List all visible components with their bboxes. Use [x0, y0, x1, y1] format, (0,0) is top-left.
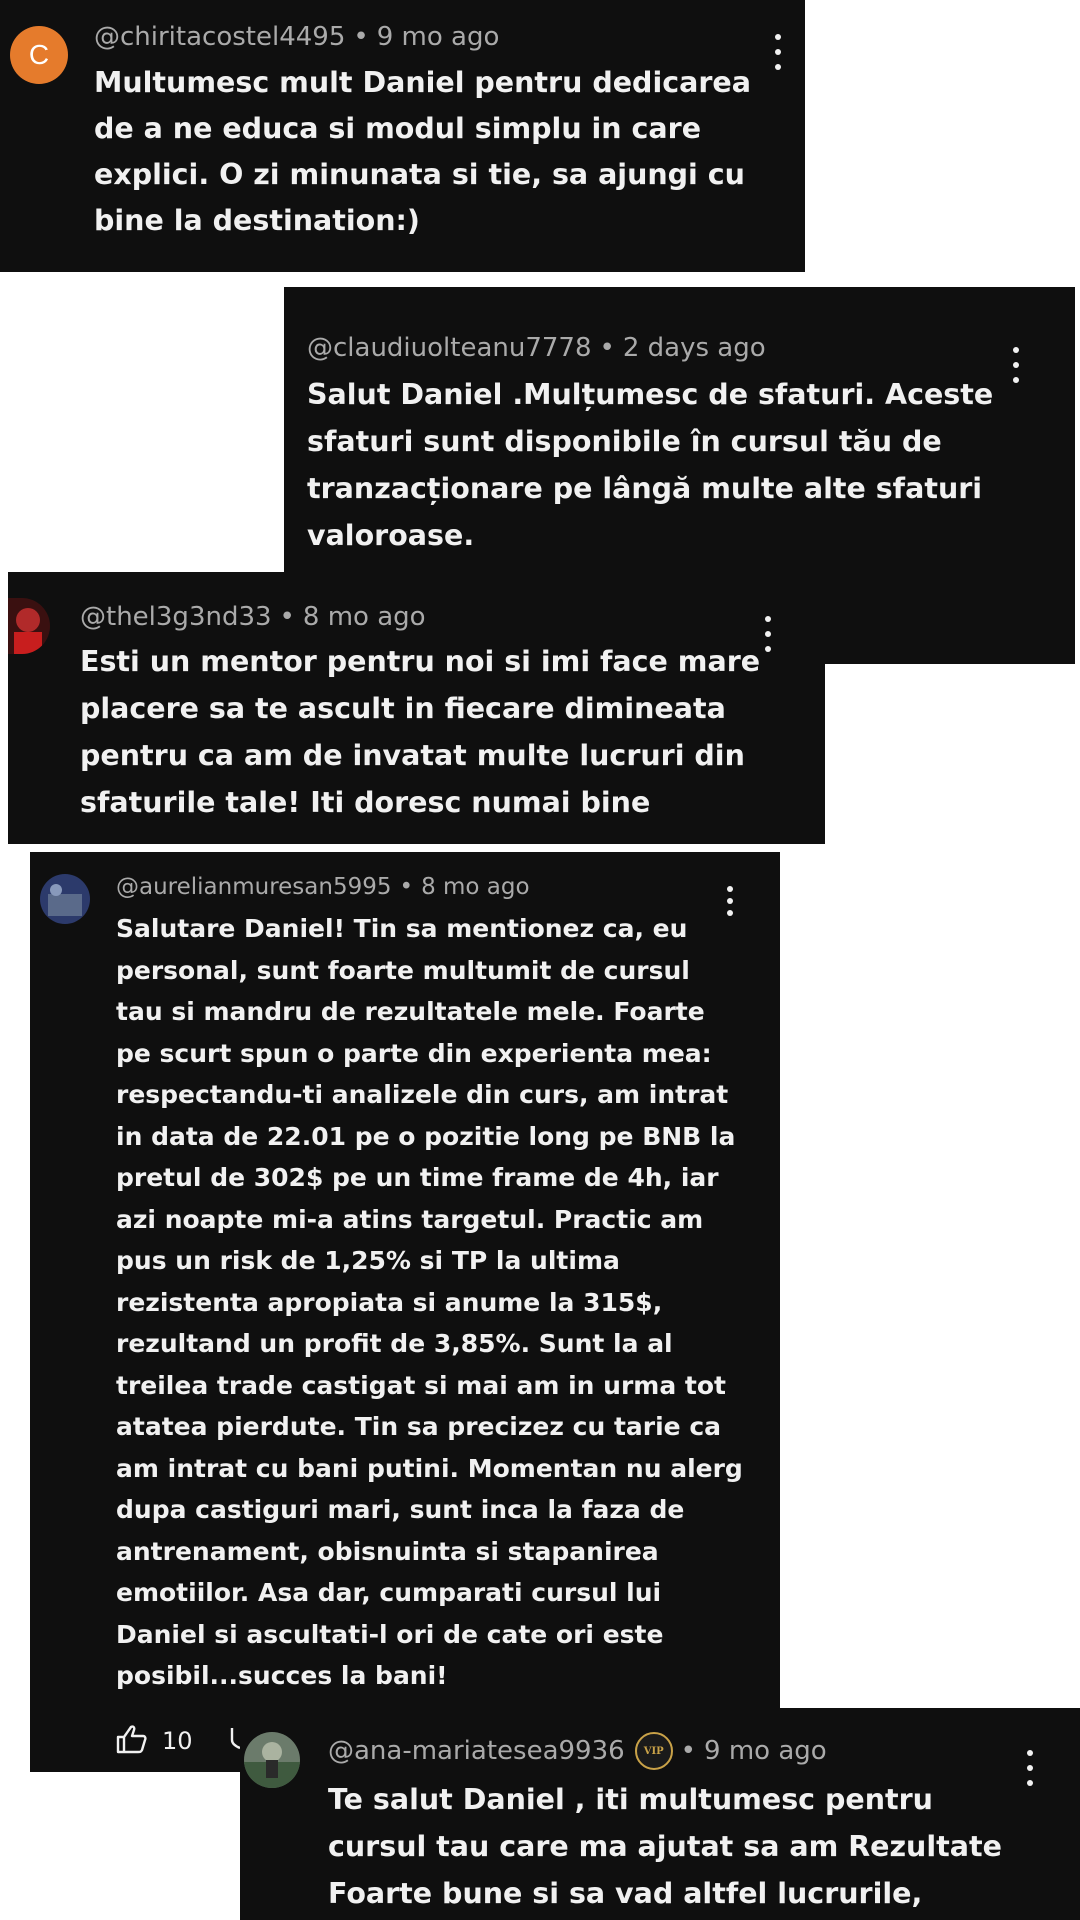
- comment-card-4: @aurelianmuresan5995 • 8 mo ago Salutare D…: [30, 852, 780, 1772]
- comment-meta: @thel3g3nd33 • 8 mo ago: [80, 602, 426, 632]
- more-vert-icon[interactable]: [1006, 347, 1026, 383]
- comment-meta: @claudiuolteanu7778 • 2 days ago: [307, 333, 766, 363]
- comment-meta: @chiritacostel4495 • 9 mo ago: [94, 22, 499, 52]
- avatar[interactable]: C: [10, 26, 68, 84]
- comment-author[interactable]: @aurelianmuresan5995: [116, 874, 392, 900]
- badge-label: VIP: [643, 1745, 664, 1757]
- more-vert-icon[interactable]: [720, 886, 740, 916]
- comment-author[interactable]: @claudiuolteanu7778: [307, 333, 592, 363]
- avatar-letter: C: [28, 39, 50, 70]
- comment-text: Te salut Daniel , iti multumesc pentru c…: [328, 1783, 1002, 1910]
- comment-time[interactable]: 8 mo ago: [421, 874, 530, 900]
- comment-meta: @ana-mariatesea9936 VIP • 9 mo ago: [328, 1732, 827, 1770]
- avatar[interactable]: [244, 1732, 300, 1788]
- comment-text: Salut Daniel .Mulțumesc de sfaturi. Aces…: [307, 378, 994, 552]
- comment-time[interactable]: 9 mo ago: [377, 22, 500, 52]
- comment-time[interactable]: 9 mo ago: [704, 1736, 827, 1766]
- avatar[interactable]: [40, 874, 90, 924]
- meta-separator: •: [279, 602, 295, 632]
- comment-author[interactable]: @chiritacostel4495: [94, 22, 345, 52]
- member-badge-icon: VIP: [634, 1732, 673, 1770]
- comment-text: Salutare Daniel! Tin sa mentionez ca, eu…: [116, 914, 743, 1690]
- comment-card-1: C @chiritacostel4495 • 9 mo ago Multumesc …: [0, 0, 805, 272]
- like-count: 10: [162, 1727, 193, 1755]
- comment-author[interactable]: @ana-mariatesea9936: [328, 1736, 625, 1766]
- meta-separator: •: [599, 333, 615, 363]
- meta-separator: •: [399, 874, 414, 900]
- comment-time[interactable]: 8 mo ago: [303, 602, 426, 632]
- meta-separator: •: [680, 1736, 697, 1766]
- comment-meta: @aurelianmuresan5995 • 8 mo ago: [116, 874, 530, 900]
- more-vert-icon[interactable]: [768, 34, 788, 70]
- comment-text: Esti un mentor pentru noi si imi face ma…: [80, 645, 761, 819]
- avatar[interactable]: [8, 598, 50, 654]
- more-vert-icon[interactable]: [758, 616, 778, 652]
- comment-author[interactable]: @thel3g3nd33: [80, 602, 272, 632]
- more-vert-icon[interactable]: [1020, 1750, 1040, 1786]
- thumb-up-icon: [116, 1724, 148, 1758]
- meta-separator: •: [353, 22, 369, 52]
- comment-time[interactable]: 2 days ago: [623, 333, 766, 363]
- comment-card-3: @thel3g3nd33 • 8 mo ago Esti un mentor pen…: [8, 572, 825, 844]
- comment-text: Multumesc mult Daniel pentru dedicarea d…: [94, 66, 751, 237]
- comment-card-5: @ana-mariatesea9936 VIP • 9 mo ago Te sal…: [240, 1708, 1080, 1920]
- like-button[interactable]: 10: [116, 1724, 193, 1758]
